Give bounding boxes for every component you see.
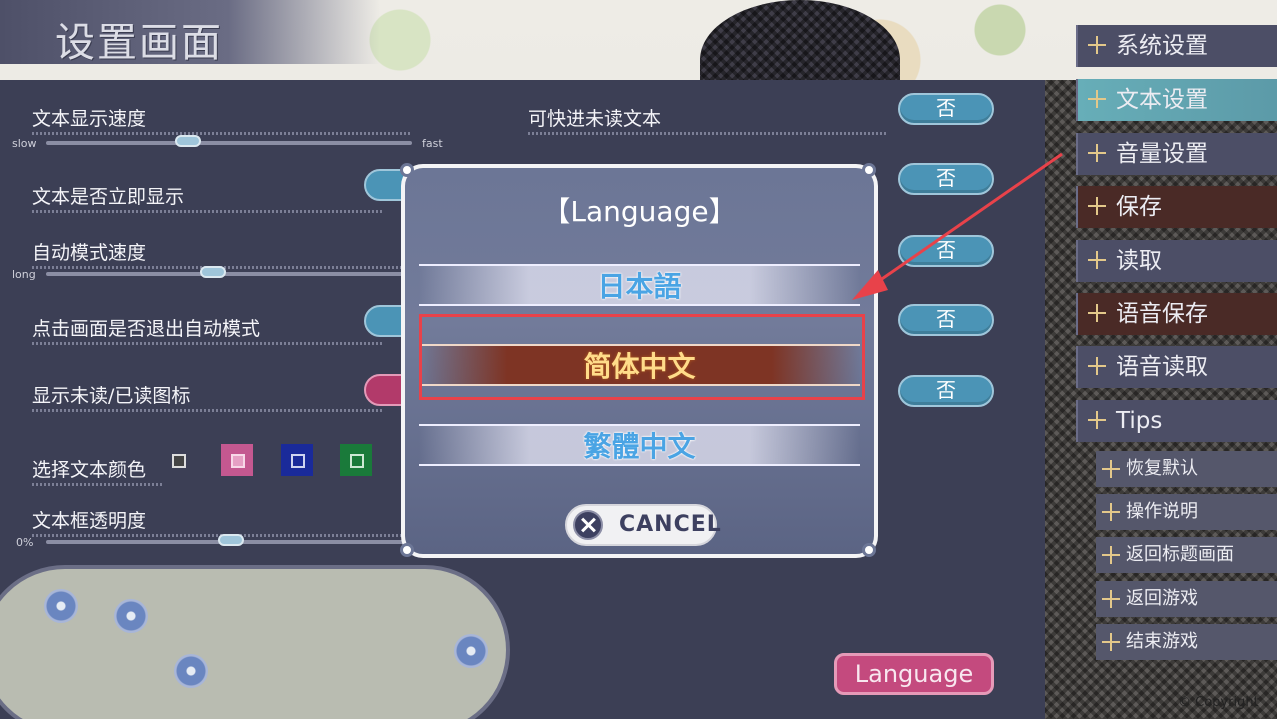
menu-label: 语音保存	[1116, 301, 1208, 327]
menu-load[interactable]: 读取	[1076, 240, 1277, 282]
menu-volume-settings[interactable]: 音量设置	[1076, 133, 1277, 175]
menu-exit-game[interactable]: 结束游戏	[1096, 624, 1277, 660]
auto-speed-min-label: long	[12, 268, 36, 281]
title-bar: 设置画面	[0, 0, 380, 66]
skip-unread-toggle[interactable]: 否	[898, 93, 994, 125]
menu-label: 返回游戏	[1126, 588, 1198, 609]
text-speed-slider-handle[interactable]	[175, 135, 201, 147]
instant-text-label: 文本是否立即显示	[32, 182, 382, 213]
menu-label: 音量设置	[1116, 141, 1208, 167]
cross-icon	[1088, 197, 1106, 215]
menu-tips[interactable]: Tips	[1076, 400, 1277, 442]
menu-label: 读取	[1116, 248, 1162, 274]
menu-restore-default[interactable]: 恢复默认	[1096, 451, 1277, 487]
menu-return-title[interactable]: 返回标题画面	[1096, 537, 1277, 573]
cancel-label: CANCEL	[619, 512, 722, 537]
selection-highlight-box	[419, 314, 865, 400]
read-icon-label: 显示未读/已读图标	[32, 381, 382, 412]
menu-label: 文本设置	[1116, 87, 1208, 113]
text-color-swatch-pink[interactable]	[221, 444, 253, 476]
menu-instructions[interactable]: 操作说明	[1096, 494, 1277, 530]
cross-icon	[1088, 411, 1106, 429]
tap-exit-auto-label: 点击画面是否退出自动模式	[32, 314, 382, 345]
option-toggle-5[interactable]: 否	[898, 375, 994, 407]
box-opacity-slider-handle[interactable]	[218, 534, 244, 546]
box-opacity-label: 文本框透明度	[32, 506, 412, 537]
cross-icon	[1088, 304, 1106, 322]
dialog-corner-dot	[400, 543, 414, 557]
text-color-swatch-green[interactable]	[340, 444, 372, 476]
box-opacity-min-label: 0%	[16, 536, 34, 549]
cross-icon	[1102, 590, 1120, 608]
menu-voice-load[interactable]: 语音读取	[1076, 346, 1277, 388]
cross-icon	[1088, 144, 1106, 162]
skip-unread-label: 可快进未读文本	[528, 104, 888, 135]
page-title: 设置画面	[55, 20, 223, 66]
close-icon	[573, 510, 603, 540]
cross-icon	[1102, 546, 1120, 564]
text-color-swatch-gray[interactable]	[162, 444, 194, 476]
cross-icon	[1102, 633, 1120, 651]
menu-label: Tips	[1116, 408, 1163, 434]
menu-text-settings[interactable]: 文本设置	[1076, 79, 1277, 121]
text-speed-max-label: fast	[422, 137, 443, 150]
cross-icon	[1088, 36, 1106, 54]
language-option-traditional-chinese[interactable]: 繁體中文	[419, 424, 860, 466]
cross-icon	[1088, 357, 1106, 375]
menu-voice-save[interactable]: 语音保存	[1076, 293, 1277, 335]
cancel-button[interactable]: CANCEL	[565, 504, 721, 546]
menu-label: 系统设置	[1116, 33, 1208, 59]
text-color-label: 选择文本颜色	[32, 455, 162, 486]
auto-speed-slider-handle[interactable]	[200, 266, 226, 278]
auto-speed-slider[interactable]	[46, 272, 412, 276]
dialog-corner-dot	[862, 543, 876, 557]
cross-icon	[1102, 503, 1120, 521]
decorative-floral-frame	[0, 565, 510, 719]
pointer-arrow-icon	[852, 152, 1063, 300]
menu-label: 保存	[1116, 194, 1162, 220]
text-speed-min-label: slow	[12, 137, 37, 150]
menu-label: 结束游戏	[1126, 631, 1198, 652]
menu-label: 语音读取	[1116, 354, 1208, 380]
text-speed-label: 文本显示速度	[32, 104, 412, 135]
cross-icon	[1088, 251, 1106, 269]
cross-icon	[1102, 460, 1120, 478]
dialog-corner-dot	[400, 163, 414, 177]
menu-label: 返回标题画面	[1126, 544, 1234, 565]
language-dialog-title: 【Language】	[542, 195, 737, 228]
auto-speed-label: 自动模式速度	[32, 238, 412, 269]
text-speed-slider[interactable]	[46, 141, 412, 145]
menu-return-game[interactable]: 返回游戏	[1096, 581, 1277, 617]
menu-label: 操作说明	[1126, 501, 1198, 522]
menu-save[interactable]: 保存	[1076, 186, 1277, 228]
copyright-text: © Copyright	[1178, 695, 1259, 710]
text-color-swatch-blue[interactable]	[281, 444, 313, 476]
cross-icon	[1088, 90, 1106, 108]
language-option-japanese[interactable]: 日本語	[419, 264, 860, 306]
language-button[interactable]: Language	[834, 653, 994, 695]
menu-label: 恢复默认	[1126, 458, 1198, 479]
menu-system-settings[interactable]: 系统设置	[1076, 25, 1277, 67]
